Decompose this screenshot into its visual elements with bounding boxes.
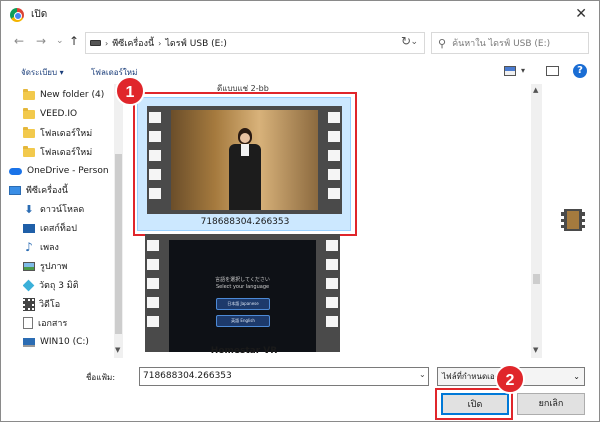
annotation-highlight-box	[133, 92, 357, 236]
drive-icon	[90, 40, 101, 46]
thumb-button: 英語 English	[216, 315, 270, 327]
annotation-highlight-box	[435, 388, 513, 420]
pictures-icon	[23, 261, 35, 271]
sidebar-item-label: วิดีโอ	[39, 300, 61, 310]
music-icon: ♪	[25, 240, 33, 254]
chevron-down-icon[interactable]: ⌄	[410, 37, 418, 47]
cancel-button[interactable]: ยกเลิก	[517, 393, 585, 415]
preview-pane-thumbnail	[561, 209, 585, 231]
sidebar-item-label: โฟลเดอร์ใหม่	[40, 148, 93, 158]
sidebar-item[interactable]: วัตถุ 3 มิติ	[23, 276, 125, 294]
command-toolbar: จัดระเบียบ ▾ โฟลเดอร์ใหม่ ▾ ?	[1, 60, 599, 84]
sidebar-item[interactable]: โฟลเดอร์ใหม่	[23, 124, 125, 142]
this-pc-icon	[9, 185, 21, 195]
breadcrumb-separator-icon: ›	[158, 38, 162, 48]
thumb-text: Select your language	[215, 284, 270, 290]
breadcrumb-this-pc[interactable]: พีซีเครื่องนี้	[112, 36, 154, 50]
folder-icon	[23, 126, 35, 138]
navigation-bar: ← → ⌄ ↑ › พีซีเครื่องนี้ › ไดรฟ์ USB (E:…	[1, 28, 599, 58]
sidebar-item[interactable]: เอกสาร	[23, 314, 125, 332]
sidebar-item-label: VEED.IO	[40, 109, 78, 119]
file-name: Homestar VR	[210, 346, 278, 356]
onedrive-icon	[9, 167, 22, 175]
scroll-down-icon[interactable]: ▼	[115, 346, 120, 354]
preview-pane-icon[interactable]	[546, 66, 559, 76]
step-badge: 2	[495, 364, 525, 394]
sidebar-item[interactable]: VEED.IO	[23, 105, 125, 123]
sidebar-item[interactable]: โฟลเดอร์ใหม่	[23, 143, 125, 161]
folder-icon	[23, 107, 35, 119]
search-input[interactable]: ⚲ ค้นหาใน ไดรฟ์ USB (E:)	[431, 32, 589, 54]
scroll-up-icon[interactable]: ▲	[533, 86, 538, 94]
sidebar-item[interactable]: เดสก์ท็อป	[23, 219, 125, 237]
breadcrumb-separator-icon: ›	[105, 38, 109, 48]
file-list-scrollbar[interactable]: ▲ ▼	[531, 84, 542, 358]
filename-input[interactable]: 718688304.266353	[139, 367, 429, 386]
chevron-down-icon: ⌄	[573, 372, 580, 381]
sidebar-item[interactable]: New folder (4)	[23, 86, 125, 104]
sidebar-item-label: เดสก์ท็อป	[40, 224, 77, 234]
documents-icon	[23, 317, 33, 329]
scrollbar-thumb[interactable]	[115, 154, 122, 334]
downloads-icon: ⬇	[24, 202, 34, 216]
filename-label: ชื่อแฟ้ม:	[86, 373, 116, 382]
dialog-title: เปิด	[31, 9, 48, 20]
search-icon: ⚲	[438, 36, 447, 50]
sidebar-item-label: WIN10 (C:)	[40, 337, 89, 347]
sidebar-item[interactable]: รูปภาพ	[23, 257, 125, 275]
file-list: ดีแบบแช่ 2-bb 718688304.266353 言語を選択してくだ…	[125, 84, 531, 358]
help-icon[interactable]: ?	[573, 64, 587, 78]
sidebar-item-label: รูปภาพ	[40, 262, 68, 272]
videos-icon	[23, 297, 35, 311]
sidebar-item-label: ดาวน์โหลด	[40, 205, 85, 215]
sidebar-item[interactable]: OneDrive - Person	[9, 162, 119, 180]
sidebar-item-label: OneDrive - Person	[27, 166, 109, 176]
file-type-value: ไฟล์ที่กำหนดเอง	[442, 372, 499, 381]
sidebar-item-label: New folder (4)	[40, 90, 105, 100]
navigation-pane: New folder (4) VEED.IO โฟลเดอร์ใหม่ โฟลเดอร…	[3, 84, 125, 358]
thumb-text: 言語を選択してください	[215, 277, 270, 283]
up-arrow-icon[interactable]: ↑	[69, 34, 79, 48]
navigation-pane-scrollbar[interactable]: ▲ ▼	[114, 84, 123, 358]
sidebar-item[interactable]: WIN10 (C:)	[23, 333, 125, 351]
chevron-down-icon[interactable]: ⌄	[419, 370, 426, 379]
sidebar-item[interactable]: ⬇ ดาวน์โหลด	[23, 200, 125, 218]
back-arrow-icon[interactable]: ←	[14, 34, 24, 48]
open-file-dialog: เปิด ✕ ← → ⌄ ↑ › พีซีเครื่องนี้ › ไดรฟ์ …	[0, 0, 600, 422]
sidebar-item-label: วัตถุ 3 มิติ	[39, 281, 79, 291]
folder-icon	[23, 88, 35, 100]
view-options-icon[interactable]	[504, 66, 516, 76]
sidebar-item[interactable]: วิดีโอ	[23, 295, 125, 313]
scroll-down-icon[interactable]: ▼	[533, 346, 538, 354]
sidebar-item[interactable]: พีซีเครื่องนี้	[9, 181, 119, 199]
file-item[interactable]: 言語を選択してください Select your language 日本語 Jap…	[145, 234, 340, 352]
forward-arrow-icon[interactable]: →	[36, 34, 46, 48]
desktop-icon	[23, 223, 35, 233]
3d-objects-icon	[23, 279, 35, 291]
recent-locations-icon[interactable]: ⌄	[56, 36, 64, 46]
title-bar: เปิด ✕	[1, 1, 599, 28]
refresh-icon[interactable]: ↻	[401, 34, 411, 48]
breadcrumb-usb-drive[interactable]: ไดรฟ์ USB (E:)	[165, 36, 227, 50]
sidebar-item-label: พีซีเครื่องนี้	[26, 186, 68, 196]
sidebar-item-label: เพลง	[40, 243, 59, 253]
scrollbar-thumb[interactable]	[533, 274, 540, 284]
sidebar-item[interactable]: ♪ เพลง	[23, 238, 125, 256]
folder-icon	[23, 145, 35, 157]
sidebar-item-label: เอกสาร	[38, 319, 68, 329]
drive-c-icon	[23, 337, 35, 347]
address-bar[interactable]: › พีซีเครื่องนี้ › ไดรฟ์ USB (E:) ⌄	[85, 32, 425, 54]
search-placeholder: ค้นหาใน ไดรฟ์ USB (E:)	[452, 39, 551, 49]
sidebar-item-label: โฟลเดอร์ใหม่	[40, 129, 93, 139]
thumb-button: 日本語 Japanese	[216, 298, 270, 310]
close-icon[interactable]: ✕	[575, 6, 587, 22]
step-badge: 1	[115, 76, 145, 106]
chrome-icon	[10, 7, 24, 22]
organize-menu-button[interactable]: จัดระเบียบ ▾	[21, 66, 64, 79]
video-thumbnail: 言語を選択してください Select your language 日本語 Jap…	[169, 240, 316, 352]
chevron-down-icon[interactable]: ▾	[521, 66, 525, 75]
